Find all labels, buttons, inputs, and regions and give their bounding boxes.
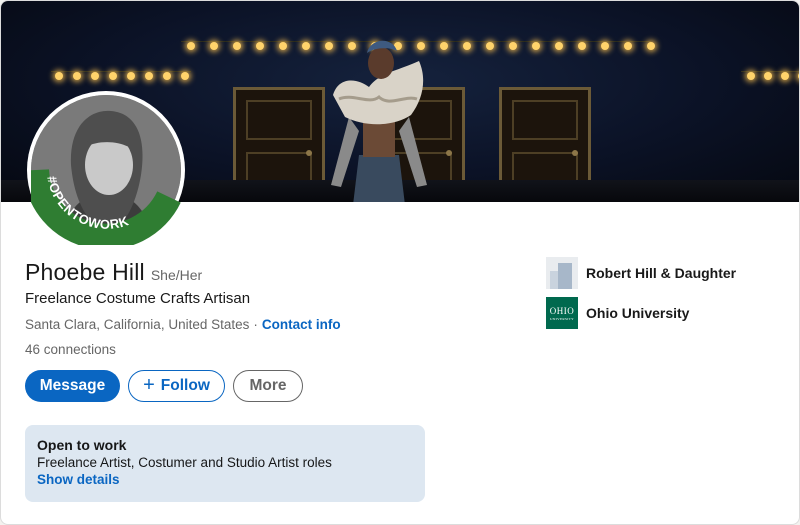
marquee-bulb bbox=[747, 72, 755, 80]
marquee-bulb bbox=[73, 72, 81, 80]
more-button[interactable]: More bbox=[233, 370, 303, 402]
marquee-bulb bbox=[781, 72, 789, 80]
follow-label: Follow bbox=[160, 377, 210, 394]
marquee-bulb bbox=[601, 42, 609, 50]
marquee-bulb bbox=[55, 72, 63, 80]
marquee-bulb bbox=[440, 42, 448, 50]
marquee-bulb bbox=[578, 42, 586, 50]
connections-label: connections bbox=[43, 342, 116, 357]
profile-card: #OPENTOWORK Phoebe Hill She/Her Freelanc… bbox=[0, 0, 800, 525]
marquee-bulb bbox=[555, 42, 563, 50]
open-to-work-card[interactable]: Open to work Freelance Artist, Costumer … bbox=[25, 425, 425, 502]
marquee-bulb bbox=[91, 72, 99, 80]
marquee-bulb bbox=[486, 42, 494, 50]
experience-education-list: Robert Hill & Daughter OHIO UNIVERSITY O… bbox=[546, 257, 736, 337]
school-name: Ohio University bbox=[586, 305, 690, 321]
marquee-bulb bbox=[532, 42, 540, 50]
logo-text: OHIO bbox=[549, 305, 575, 316]
marquee-bulb bbox=[187, 42, 195, 50]
marquee-bulb bbox=[302, 42, 310, 50]
follow-button[interactable]: + Follow bbox=[128, 370, 225, 402]
marquee-bulb bbox=[127, 72, 135, 80]
separator-dot: · bbox=[253, 317, 258, 332]
org-item-current-company[interactable]: Robert Hill & Daughter bbox=[546, 257, 736, 289]
open-to-work-title: Open to work bbox=[37, 437, 127, 453]
university-logo-icon: OHIO UNIVERSITY bbox=[546, 297, 578, 329]
marquee-bulb bbox=[163, 72, 171, 80]
logo-subtext: UNIVERSITY bbox=[550, 316, 574, 321]
connections-number: 46 bbox=[25, 342, 41, 357]
profile-avatar[interactable]: #OPENTOWORK bbox=[27, 91, 185, 249]
marquee-bulb bbox=[145, 72, 153, 80]
org-item-education[interactable]: OHIO UNIVERSITY Ohio University bbox=[546, 297, 736, 329]
pronouns: She/Her bbox=[150, 267, 203, 283]
marquee-bulb bbox=[509, 42, 517, 50]
connections-count[interactable]: 46 connections bbox=[25, 342, 116, 357]
show-details-link[interactable]: Show details bbox=[37, 472, 413, 487]
company-name: Robert Hill & Daughter bbox=[586, 265, 737, 281]
marquee-bulb bbox=[109, 72, 117, 80]
marquee-bulb bbox=[279, 42, 287, 50]
marquee-bulb bbox=[256, 42, 264, 50]
profile-headline: Freelance Costume Crafts Artisan bbox=[25, 290, 251, 307]
marquee-bulb bbox=[210, 42, 218, 50]
plus-icon: + bbox=[143, 374, 155, 396]
marquee-bulb bbox=[647, 42, 655, 50]
marquee-bulb bbox=[624, 42, 632, 50]
profile-actions: Message + Follow More bbox=[25, 370, 303, 402]
message-button[interactable]: Message bbox=[25, 370, 120, 402]
open-to-work-frame: #OPENTOWORK bbox=[31, 168, 181, 245]
marquee-bulb bbox=[764, 72, 772, 80]
performer-figure bbox=[331, 40, 427, 202]
marquee-bulb bbox=[233, 42, 241, 50]
marquee-bulb bbox=[181, 72, 189, 80]
marquee-bulb bbox=[463, 42, 471, 50]
open-to-work-roles: Freelance Artist, Costumer and Studio Ar… bbox=[37, 455, 332, 470]
company-logo-icon bbox=[546, 257, 578, 289]
profile-name: Phoebe Hill bbox=[25, 259, 145, 285]
contact-info-link[interactable]: Contact info bbox=[262, 317, 341, 332]
location-text: Santa Clara, California, United States bbox=[25, 317, 250, 332]
location-row: Santa Clara, California, United States ·… bbox=[25, 317, 341, 332]
